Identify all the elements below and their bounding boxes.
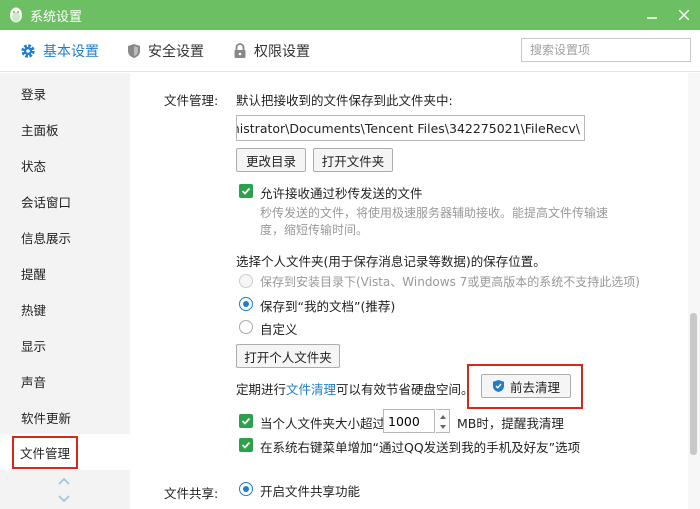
sidebar-item-label: 提醒 [21,266,47,282]
cleanup-tip-prefix: 定期进行 [236,382,287,397]
radio-custom[interactable] [239,320,253,334]
sidebar-item-label: 状态 [21,158,47,174]
radio-install-dir [239,274,253,288]
checkmark-icon [241,417,251,425]
spinner-arrows-icon [440,415,446,429]
minimize-button[interactable] [636,0,668,30]
qq-penguin-icon [10,7,22,23]
size-limit-input[interactable] [383,409,435,433]
size-reminder-prefix: 当个人文件夹大小超过 [260,416,386,431]
cleanup-tip: 定期进行文件清理可以有效节省硬盘空间。 [236,379,474,398]
radio-my-documents[interactable] [239,297,253,311]
cleanup-tip-suffix: 可以有效节省硬盘空间。 [336,382,474,397]
size-reminder-checkbox[interactable] [239,414,253,428]
shield-icon [128,44,140,58]
tab-basic-settings[interactable]: 基本设置 [20,30,99,72]
sidebar-item-label: 文件管理 [12,435,79,469]
sidebar-item-software-update[interactable]: 软件更新 [0,399,130,435]
enable-file-share-label: 开启文件共享功能 [260,484,361,499]
lock-icon [234,43,246,58]
shield-icon [492,380,504,392]
sidebar-item-info-display[interactable]: 信息展示 [0,219,130,255]
instant-transfer-desc-line1: 秒传发送的文件，将使用极速服务器辅助接收。能提高文件传输速 [260,206,609,220]
tab-bar: 基本设置 安全设置 权限设置 [0,30,700,72]
scrollbar-thumb[interactable] [690,313,697,455]
tab-permission-settings[interactable]: 权限设置 [233,30,310,72]
go-cleanup-label: 前去清理 [509,379,560,395]
sidebar-item-chat-window[interactable]: 会话窗口 [0,183,130,219]
file-share-section-label: 文件共享: [164,486,219,501]
tab-label: 基本设置 [43,44,99,60]
search-input[interactable] [521,38,691,62]
file-management-section-label: 文件管理: [164,93,219,108]
sidebar-item-label: 声音 [21,374,47,390]
sidebar-scroll-arrows[interactable] [56,475,72,507]
sidebar-item-hotkeys[interactable]: 热键 [0,291,130,327]
radio-enable-file-share[interactable] [239,482,253,496]
close-icon [679,10,689,20]
checkmark-icon [241,441,251,449]
checkmark-icon [241,187,251,195]
sidebar-item-label: 热键 [21,302,47,318]
radio-install-dir-label: 保存到安装目录下(Vista、Windows 7或更高版本的系统不支持此选项) [260,275,640,289]
save-path-text: C:\Users\Administrator\Documents\Tencent… [237,120,580,136]
settings-content: 文件管理: 默认把接收到的文件保存到此文件夹中: C:\Users\Admini… [130,73,688,509]
open-folder-button[interactable]: 打开文件夹 [313,148,393,172]
window-title: 系统设置 [30,9,83,25]
open-personal-folder-button[interactable]: 打开个人文件夹 [236,344,340,368]
instant-transfer-desc-line2: 度，缩短传输时间。 [260,223,369,237]
size-reminder-suffix: MB时，提醒我清理 [457,416,564,431]
size-limit-spinner[interactable] [436,409,450,433]
sidebar-item-main-panel[interactable]: 主面板 [0,111,130,147]
sidebar-item-status[interactable]: 状态 [0,147,130,183]
sidebar-item-label: 信息展示 [21,230,72,246]
change-directory-button[interactable]: 更改目录 [236,148,306,172]
minimize-icon [647,17,657,19]
tab-label: 权限设置 [254,44,310,60]
sidebar-item-label: 软件更新 [21,410,72,426]
sidebar-item-label: 显示 [21,338,47,354]
tab-security-settings[interactable]: 安全设置 [127,30,204,72]
close-button[interactable] [668,0,700,30]
title-bar: 系统设置 [0,0,700,30]
go-cleanup-button[interactable]: 前去清理 [481,374,571,398]
tab-label: 安全设置 [148,44,204,60]
save-folder-desc: 默认把接收到的文件保存到此文件夹中: [236,93,453,108]
sidebar-item-reminder[interactable]: 提醒 [0,255,130,291]
context-menu-checkbox[interactable] [239,438,253,452]
context-menu-label: 在系统右键菜单增加“通过QQ发送到我的手机及好友”选项 [260,440,581,455]
radio-my-documents-label: 保存到“我的文档”(推荐) [260,299,396,314]
radio-custom-label: 自定义 [260,322,298,337]
save-path-field[interactable]: C:\Users\Administrator\Documents\Tencent… [236,115,585,141]
allow-instant-transfer-label: 允许接收通过秒传发送的文件 [260,186,423,201]
sidebar-item-file-management[interactable]: 文件管理 [0,434,130,470]
sidebar-item-sound[interactable]: 声音 [0,363,130,399]
sidebar-item-label: 主面板 [21,122,59,138]
gear-icon [21,44,35,58]
sidebar: 登录 主面板 状态 会话窗口 信息展示 提醒 热键 显示 声音 软件更新 文件管… [0,73,130,509]
sidebar-item-label: 会话窗口 [21,194,72,210]
sidebar-item-login[interactable]: 登录 [0,75,130,111]
personal-folder-desc: 选择个人文件夹(用于保存消息记录等数据)的保存位置。 [236,254,546,269]
sidebar-item-label: 登录 [21,86,47,102]
content-scrollbar[interactable] [688,73,700,509]
file-cleanup-link[interactable]: 文件清理 [286,382,336,397]
allow-instant-transfer-checkbox[interactable] [239,184,253,198]
sidebar-item-display[interactable]: 显示 [0,327,130,363]
